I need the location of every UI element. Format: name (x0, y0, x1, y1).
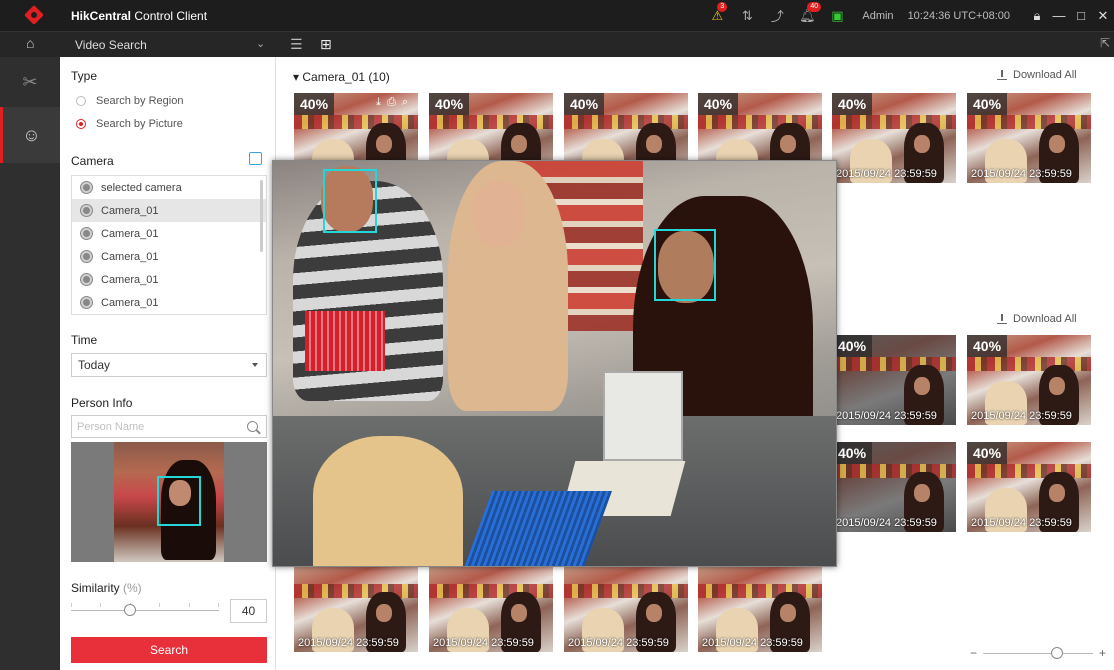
camera-icon (81, 182, 92, 193)
radio-search-by-picture[interactable]: Search by Picture (76, 118, 183, 130)
module-selector[interactable]: Video Search (75, 38, 147, 52)
time-select[interactable]: Today (71, 353, 267, 377)
similarity-slider-handle[interactable] (124, 604, 136, 616)
close-button[interactable]: ✕ (1092, 8, 1114, 24)
result-thumbnail[interactable]: 40% 2015/09/24 23:59:59 (967, 93, 1091, 183)
chevron-down-icon[interactable]: ⌄ (256, 37, 265, 50)
upload-icon[interactable]: ⤴ (762, 6, 792, 25)
person-name-field[interactable] (71, 415, 267, 438)
face-detection-box (654, 229, 716, 301)
result-thumbnail[interactable]: 2015/09/24 23:59:59 (698, 562, 822, 652)
download-all-button[interactable]: Download All (997, 69, 1077, 81)
result-thumbnail[interactable]: 40% 2015/09/24 23:59:59 (832, 442, 956, 532)
zoom-in-icon[interactable]: + (1099, 646, 1106, 660)
result-thumbnail[interactable]: 2015/09/24 23:59:59 (564, 562, 688, 652)
list-item[interactable]: Camera_01 (72, 199, 266, 222)
home-icon[interactable]: ⌂ (26, 35, 34, 51)
search-icon[interactable] (247, 421, 258, 432)
maximize-button[interactable]: □ (1070, 8, 1092, 23)
title-bar: HikCentral Control Client ⚠ 3 ⇅ ⤴ 🔔︎ 40 ▣ … (0, 0, 1114, 31)
list-item[interactable]: Camera_01 (72, 245, 266, 268)
result-thumbnail[interactable]: 40% 2015/09/24 23:59:59 (832, 93, 956, 183)
image-icon[interactable]: ▣ (822, 8, 852, 24)
camera-label: Camera (71, 154, 114, 168)
bell-icon[interactable]: 🔔︎ 40 (792, 1, 822, 24)
similarity-label: Similarity (%) (71, 581, 142, 595)
similarity-slider[interactable] (71, 610, 219, 611)
list-item[interactable]: Camera_01 (72, 291, 266, 314)
clock: 10:24:36 UTC+08:00 (907, 9, 1010, 22)
camera-icon (81, 274, 92, 285)
result-thumbnail[interactable]: 40% 2015/09/24 23:59:59 (832, 335, 956, 425)
scrollbar[interactable] (260, 180, 263, 252)
camera-icon (81, 228, 92, 239)
list-view-icon[interactable]: ☰ (290, 36, 303, 53)
girl-figure (313, 436, 463, 566)
app-title: HikCentral Control Client (71, 9, 208, 23)
download-icon (997, 314, 1007, 324)
time-label: Time (71, 333, 98, 347)
thumbnail-tools[interactable]: ⤓⎙⌕ (376, 96, 414, 109)
person-name-input[interactable] (72, 416, 242, 437)
chevron-down-icon (252, 363, 258, 367)
download-icon (997, 70, 1007, 80)
similarity-value[interactable]: 40 (230, 599, 267, 623)
scissors-icon[interactable]: ✂ (0, 57, 60, 107)
result-thumbnail[interactable]: 2015/09/24 23:59:59 (294, 562, 418, 652)
alarm-warning-icon[interactable]: ⚠ 3 (702, 1, 732, 24)
radio-search-by-region[interactable]: Search by Region (76, 95, 183, 107)
person-info-label: Person Info (71, 396, 133, 410)
result-thumbnail[interactable]: 2015/09/24 23:59:59 (429, 562, 553, 652)
hikcentral-logo-icon (24, 5, 44, 25)
export-icon[interactable]: ⇱ (1100, 36, 1110, 50)
slider-ticks (71, 603, 219, 607)
left-rail: ✂ ☺ (0, 57, 60, 670)
lock-icon[interactable]: 🔒︎ (1026, 8, 1048, 24)
minimize-button[interactable]: — (1048, 8, 1070, 23)
search-button[interactable]: Search (71, 637, 267, 663)
list-item[interactable]: Camera_01 (72, 268, 266, 291)
list-item[interactable]: Camera_01 (72, 222, 266, 245)
camera-list[interactable]: selected camera Camera_01 Camera_01 Came… (71, 175, 267, 315)
zoom-out-icon[interactable]: − (970, 646, 977, 660)
radio-indicator[interactable] (76, 119, 86, 129)
person-picture[interactable] (71, 442, 267, 562)
download-all-button[interactable]: Download All (997, 313, 1077, 325)
list-item[interactable]: selected camera (72, 176, 266, 199)
module-toolbar: ⌂ Video Search ⌄ ☰ ⊞ ⇱ (0, 31, 1114, 57)
camera-icon (81, 251, 92, 262)
shopping-basket (305, 311, 385, 371)
camera-icon (81, 297, 92, 308)
zoom-slider-track[interactable] (982, 646, 1093, 659)
face-search-icon[interactable]: ☺ (0, 107, 60, 163)
grid-view-icon[interactable]: ⊞ (320, 36, 332, 53)
camera-icon (81, 205, 92, 216)
type-label: Type (71, 69, 98, 83)
zoom-slider-handle[interactable] (1050, 646, 1063, 659)
transfer-icon[interactable]: ⇅ (732, 8, 762, 24)
radio-indicator[interactable] (76, 96, 86, 106)
face-detection-box (323, 169, 377, 233)
zoom-slider[interactable]: − + (970, 646, 1106, 660)
search-panel: Type Search by Region Search by Picture … (60, 57, 276, 670)
edit-icon[interactable] (249, 152, 262, 165)
blonde-woman-face (473, 181, 525, 247)
enlarged-preview[interactable] (272, 160, 837, 567)
result-thumbnail[interactable]: 40% 2015/09/24 23:59:59 (967, 335, 1091, 425)
camera-group-title[interactable]: ▾ Camera_01 (10) (293, 70, 390, 84)
result-thumbnail[interactable]: 40% 2015/09/24 23:59:59 (967, 442, 1091, 532)
user-menu[interactable]: Admin (862, 10, 893, 22)
cash-register (603, 371, 683, 461)
face-detection-box (157, 476, 201, 526)
